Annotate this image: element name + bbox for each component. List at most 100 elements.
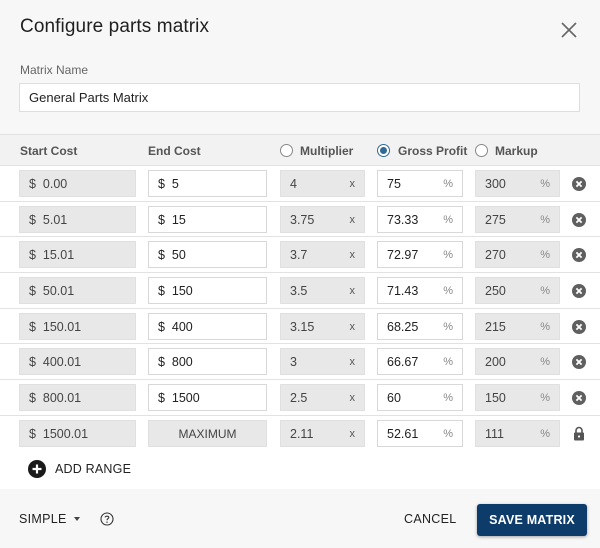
table-row: $ 150.01 $ 400 3.15 x 68.25% 215%: [0, 309, 600, 345]
header-multiplier[interactable]: Multiplier: [300, 144, 353, 158]
end-cost-value: 800: [171, 355, 193, 370]
percent-suffix: %: [443, 356, 453, 369]
save-matrix-button[interactable]: SAVE MATRIX: [477, 504, 587, 536]
start-cost-field: $ 400.01: [19, 348, 136, 376]
mode-dropdown-label: SIMPLE: [19, 512, 67, 526]
end-cost-input[interactable]: $ 5: [148, 170, 267, 197]
gross-profit-input[interactable]: 60%: [377, 384, 463, 412]
end-cost-value: 5: [171, 177, 179, 191]
percent-suffix: %: [540, 213, 550, 226]
remove-range-icon[interactable]: [572, 248, 586, 263]
remove-range-icon[interactable]: [572, 391, 586, 406]
header-markup[interactable]: Markup: [495, 144, 538, 158]
cancel-button[interactable]: CANCEL: [404, 512, 457, 526]
end-cost-value: 400: [171, 319, 193, 334]
gross-profit-radio[interactable]: [377, 144, 390, 157]
currency-symbol: $: [29, 177, 36, 191]
currency-symbol: $: [158, 355, 165, 370]
gross-profit-value: 71.43: [387, 284, 419, 299]
end-cost-input[interactable]: $ 15: [148, 205, 267, 233]
table-header: Start Cost End Cost Multiplier Gross Pro…: [0, 134, 600, 166]
gross-profit-value: 66.67: [387, 355, 419, 370]
currency-symbol: $: [158, 212, 165, 227]
markup-value: 200: [485, 355, 506, 370]
percent-suffix: %: [540, 320, 550, 333]
gross-profit-input[interactable]: 52.61%: [377, 419, 463, 447]
multiplier-value: 3.7: [290, 248, 308, 263]
start-cost-value: 800.01: [42, 391, 82, 406]
table-row: $ 400.01 $ 800 3 x 66.67% 200%: [0, 344, 600, 381]
end-cost-input[interactable]: $ 400: [148, 312, 267, 340]
multiplier-field: 3.75 x: [280, 205, 365, 233]
currency-symbol: $: [158, 284, 165, 299]
currency-symbol: $: [158, 248, 165, 263]
multiplier-value: 2.11: [290, 426, 314, 441]
table-row: $ 800.01 $ 1500 2.5 x 60% 150%: [0, 380, 600, 416]
currency-symbol: $: [158, 391, 165, 406]
markup-field: 111%: [475, 419, 560, 447]
markup-value: 275: [485, 212, 506, 227]
end-cost-input[interactable]: $ 50: [148, 241, 267, 269]
remove-range-icon[interactable]: [572, 319, 586, 334]
markup-field: 250%: [475, 277, 560, 305]
multiplier-field: 4x: [280, 170, 365, 197]
percent-suffix: %: [540, 427, 550, 440]
gross-profit-input[interactable]: 68.25%: [377, 312, 463, 340]
header-end-cost: End Cost: [148, 144, 201, 158]
matrix-name-label: Matrix Name: [20, 63, 89, 77]
multiplier-suffix: x: [349, 427, 356, 440]
multiplier-value: 4: [290, 177, 297, 191]
percent-suffix: %: [443, 320, 453, 333]
add-range-row: ADD RANGE: [0, 450, 600, 489]
end-cost-value: 150: [171, 284, 193, 299]
markup-field: 275%: [475, 205, 560, 233]
end-cost-value: 15: [171, 212, 186, 227]
multiplier-suffix: x: [349, 320, 356, 333]
gross-profit-input[interactable]: 71.43%: [377, 277, 463, 305]
markup-field: 215%: [475, 312, 560, 340]
start-cost-value: 50.01: [42, 284, 75, 299]
percent-suffix: %: [443, 392, 453, 405]
mode-dropdown[interactable]: SIMPLE: [19, 512, 80, 526]
multiplier-field: 3.15 x: [280, 312, 365, 340]
multiplier-value: 3.5: [290, 284, 308, 299]
remove-range-icon[interactable]: [572, 284, 586, 299]
multiplier-suffix: x: [349, 392, 356, 405]
multiplier-radio[interactable]: [280, 144, 293, 157]
end-cost-input[interactable]: $ 800: [148, 348, 267, 376]
end-cost-value: 1500: [171, 391, 200, 406]
dialog-header: Configure parts matrix Matrix Name: [0, 0, 600, 134]
remove-range-icon[interactable]: [572, 177, 586, 191]
gross-profit-input[interactable]: 73.33%: [377, 205, 463, 233]
table-row: $ 15.01 $ 50 3.7 x 72.97% 270%: [0, 237, 600, 274]
percent-suffix: %: [443, 285, 453, 298]
close-icon[interactable]: [560, 21, 578, 39]
percent-suffix: %: [443, 249, 453, 262]
remove-range-icon[interactable]: [572, 355, 586, 370]
gross-profit-input[interactable]: 72.97%: [377, 241, 463, 269]
multiplier-suffix: x: [349, 213, 356, 226]
multiplier-field: 2.5 x: [280, 384, 365, 412]
help-icon[interactable]: [100, 512, 114, 526]
table-body: $ 0.00 $ 5 4 x 75% 300% $ 5.01 $ 15 3.75 x 73.33% 2…: [0, 166, 600, 452]
start-cost-value: 0.00: [42, 177, 68, 191]
currency-symbol: $: [29, 284, 36, 299]
end-cost-input[interactable]: $ 1500: [148, 384, 267, 412]
markup-radio[interactable]: [475, 144, 488, 157]
table-row: $ 0.00 $ 5 4 x 75% 300%: [0, 166, 600, 202]
markup-field: 300%: [475, 170, 560, 197]
start-cost-field: $ 15.01: [19, 241, 136, 269]
gross-profit-value: 68.25: [387, 319, 419, 334]
multiplier-field: 2.11 x: [280, 419, 365, 447]
gross-profit-input[interactable]: 75%: [377, 170, 463, 197]
end-cost-input[interactable]: $ 150: [148, 277, 267, 305]
remove-range-icon[interactable]: [572, 212, 586, 227]
start-cost-value: 15.01: [42, 248, 75, 263]
multiplier-value: 2.5: [290, 391, 308, 406]
header-gross-profit[interactable]: Gross Profit: [398, 144, 467, 158]
matrix-name-input[interactable]: [19, 83, 580, 112]
multiplier-field: 3.5 x: [280, 277, 365, 305]
add-range-button[interactable]: ADD RANGE: [28, 460, 131, 478]
gross-profit-input[interactable]: 66.67%: [377, 348, 463, 376]
start-cost-field: $ 150.01: [19, 312, 136, 340]
